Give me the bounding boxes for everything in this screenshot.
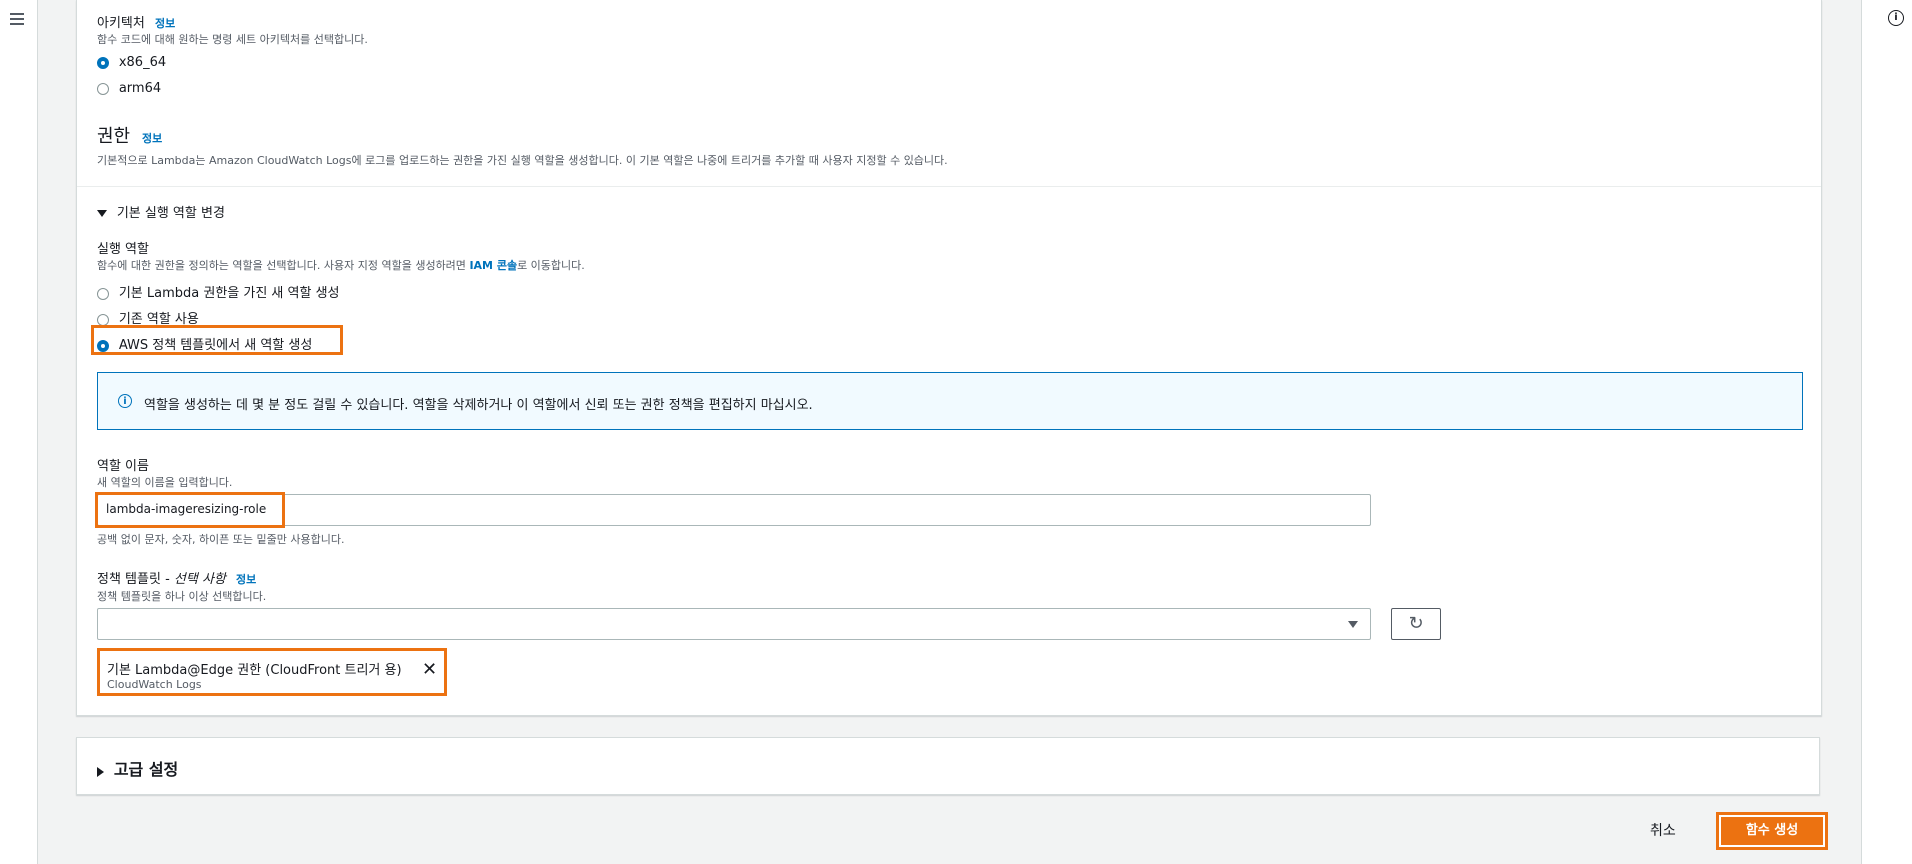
- info-alert-text: 역할을 생성하는 데 몇 분 정도 걸릴 수 있습니다. 역할을 삭제하거나 이…: [144, 398, 813, 413]
- permissions-heading: 권한 정보: [97, 122, 162, 148]
- execution-role-label: 실행 역할: [97, 242, 149, 257]
- radio-new-basic-role-label: 기본 Lambda 권한을 가진 새 역할 생성: [118, 286, 340, 301]
- caret-right-icon: [97, 766, 104, 777]
- permissions-heading-text: 권한: [97, 126, 131, 147]
- radio-policy-template-role[interactable]: AWS 정책 템플릿에서 새 역할 생성: [97, 334, 312, 353]
- radio-new-basic-role[interactable]: 기본 Lambda 권한을 가진 새 역할 생성: [97, 282, 340, 301]
- role-name-constraint: 공백 없이 문자, 숫자, 하이픈 또는 밑줄만 사용합니다.: [97, 533, 345, 546]
- execution-role-description-suffix: 로 이동합니다.: [517, 259, 585, 272]
- architecture-info-link[interactable]: 정보: [155, 17, 175, 30]
- execution-role-description: 함수에 대한 권한을 정의하는 역할을 선택합니다. 사용자 지정 역할을 생성…: [97, 257, 585, 273]
- iam-console-link[interactable]: IAM 콘솔: [469, 259, 517, 272]
- refresh-button[interactable]: ↻: [1391, 608, 1441, 640]
- role-creation-info-alert: i 역할을 생성하는 데 몇 분 정도 걸릴 수 있습니다. 역할을 삭제하거나…: [97, 372, 1803, 430]
- policy-template-token-sublabel: CloudWatch Logs: [107, 678, 202, 691]
- policy-templates-label-text: 정책 템플릿 -: [97, 572, 170, 587]
- advanced-settings-label: 고급 설정: [113, 760, 179, 779]
- change-default-execution-role-label: 기본 실행 역할 변경: [116, 206, 225, 221]
- radio-arm64-label: arm64: [118, 81, 162, 96]
- architecture-label: 아키텍처 정보: [97, 12, 175, 31]
- advanced-settings-toggle[interactable]: 고급 설정: [97, 756, 178, 780]
- policy-templates-info-link[interactable]: 정보: [236, 573, 256, 586]
- permissions-description: 기본적으로 Lambda는 Amazon CloudWatch Logs에 로그…: [97, 154, 948, 167]
- execution-role-description-prefix: 함수에 대한 권한을 정의하는 역할을 선택합니다. 사용자 지정 역할을 생성…: [97, 259, 466, 272]
- policy-template-token-label: 기본 Lambda@Edge 권한 (CloudFront 트리거 용): [107, 663, 402, 678]
- radio-new-basic-role-control[interactable]: [97, 287, 109, 300]
- role-name-label: 역할 이름: [97, 459, 149, 474]
- info-icon[interactable]: i: [1888, 10, 1904, 26]
- left-navigation-rail: [0, 0, 38, 864]
- policy-template-token: 기본 Lambda@Edge 권한 (CloudFront 트리거 용) Clo…: [97, 648, 447, 696]
- highlight-box: [95, 492, 285, 528]
- radio-x86-64-control[interactable]: [97, 56, 109, 69]
- architecture-description: 함수 코드에 대해 원하는 명령 세트 아키텍처를 선택합니다.: [97, 33, 368, 46]
- radio-arm64[interactable]: arm64: [97, 81, 161, 96]
- radio-arm64-control[interactable]: [97, 82, 109, 95]
- architecture-label-text: 아키텍처: [97, 16, 145, 31]
- info-icon: i: [118, 394, 132, 408]
- caret-down-icon: [97, 210, 107, 217]
- cancel-button[interactable]: 취소: [1650, 820, 1676, 840]
- radio-existing-role-control[interactable]: [97, 313, 109, 326]
- create-function-button[interactable]: 함수 생성: [1716, 812, 1828, 850]
- policy-templates-select[interactable]: [97, 608, 1371, 640]
- policy-templates-optional: 선택 사항: [173, 572, 226, 587]
- radio-x86-64[interactable]: x86_64: [97, 55, 166, 70]
- advanced-settings-panel[interactable]: 고급 설정: [76, 737, 1820, 795]
- radio-policy-template-role-control[interactable]: [97, 339, 109, 352]
- role-name-field[interactable]: [97, 494, 1371, 526]
- hamburger-menu-icon[interactable]: [8, 10, 26, 28]
- policy-templates-label: 정책 템플릿 - 선택 사항 정보: [97, 568, 256, 587]
- remove-token-close-icon[interactable]: ✕: [422, 659, 437, 680]
- refresh-icon: ↻: [1408, 613, 1424, 634]
- role-name-description: 새 역할의 이름을 입력합니다.: [97, 476, 233, 489]
- change-default-execution-role-toggle[interactable]: 기본 실행 역할 변경: [97, 202, 225, 221]
- caret-down-icon: [1348, 621, 1358, 628]
- radio-x86-64-label: x86_64: [118, 55, 167, 70]
- radio-policy-template-role-label: AWS 정책 템플릿에서 새 역할 생성: [118, 338, 313, 353]
- policy-templates-description: 정책 템플릿을 하나 이상 선택합니다.: [97, 590, 267, 603]
- section-divider: [77, 186, 1821, 187]
- permissions-info-link[interactable]: 정보: [142, 132, 162, 145]
- basic-information-panel: 아키텍처 정보 함수 코드에 대해 원하는 명령 세트 아키텍처를 선택합니다.…: [76, 0, 1822, 716]
- right-tools-rail: i: [1861, 0, 1912, 864]
